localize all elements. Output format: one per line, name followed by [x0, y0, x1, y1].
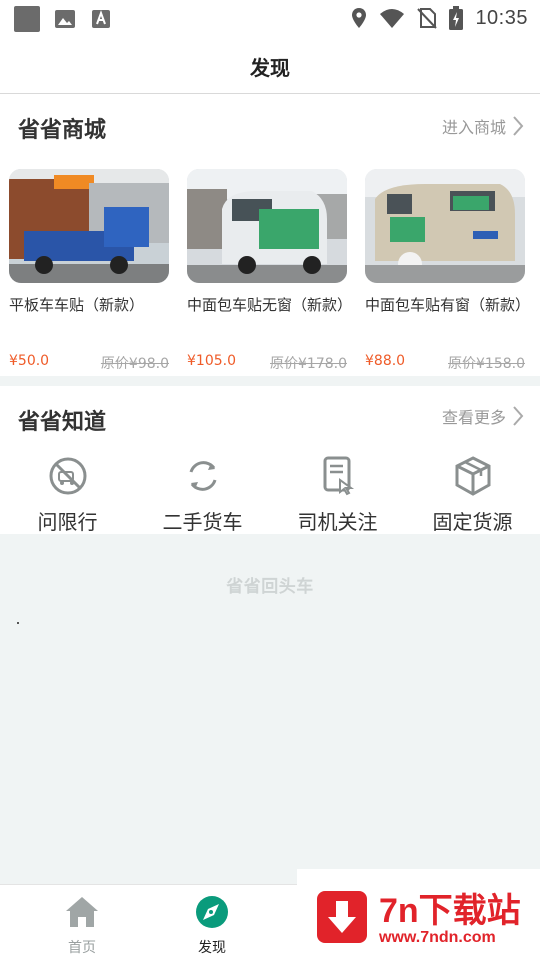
no-vehicle-icon	[49, 457, 86, 495]
know-item-fixed-cargo[interactable]: 固定货源	[405, 454, 540, 535]
app-notification-icon	[14, 6, 40, 32]
nav-label-discover: 发现	[198, 940, 226, 956]
know-item-used-trucks[interactable]: 二手货车	[135, 454, 270, 535]
product-name: 平板车车贴（新款）	[9, 296, 145, 314]
badge-url: www.7ndn.com	[379, 929, 496, 946]
badge-title: 7n下载站	[379, 892, 521, 930]
product-original-price: 原价¥178.0	[270, 356, 347, 372]
clock-time: 10:35	[475, 6, 528, 29]
product-image	[365, 169, 525, 283]
know-item-label: 问限行	[37, 510, 98, 534]
brand-watermark: 省省回头车	[226, 577, 314, 597]
product-price: ¥50.0	[9, 353, 50, 369]
product-image	[9, 169, 169, 283]
product-original-price: 原价¥98.0	[100, 356, 169, 372]
product-name: 中面包车贴无窗（新款）	[187, 296, 353, 314]
nav-label-home: 首页	[68, 940, 96, 956]
product-price: ¥88.0	[365, 353, 406, 369]
wifi-icon	[380, 9, 405, 28]
view-more-link[interactable]: 查看更多	[442, 404, 524, 428]
product-image	[187, 169, 347, 283]
knowledge-section-header: 省省知道 查看更多	[0, 388, 540, 448]
know-item-driver-focus[interactable]: 司机关注	[270, 454, 405, 535]
content-area: 省省回头车	[0, 534, 540, 884]
view-more-label: 查看更多	[441, 408, 506, 427]
product-price: ¥105.0	[187, 353, 236, 369]
product-name: 中面包车贴有窗（新款）	[365, 296, 531, 314]
product-list: 平板车车贴（新款） ¥50.0 原价¥98.0 中面包车贴无窗（新款） ¥105…	[0, 160, 540, 376]
no-sim-icon	[417, 8, 438, 29]
chevron-right-icon	[513, 116, 524, 136]
compass-icon	[196, 896, 228, 928]
shop-section-header: 省省商城 进入商城	[0, 96, 540, 156]
know-item-label: 司机关注	[297, 510, 378, 534]
knowledge-section-title: 省省知道	[18, 410, 107, 435]
shop-section-title: 省省商城	[18, 118, 107, 143]
home-icon	[66, 897, 98, 927]
site-watermark-badge: 7n下载站 www.7ndn.com	[297, 869, 540, 960]
image-icon	[55, 10, 75, 28]
chevron-right-icon	[513, 406, 524, 426]
loading-dot	[17, 622, 19, 624]
knowledge-grid: 问限行 二手货车 司机关注 固定货源	[0, 446, 540, 534]
download-logo-icon	[317, 891, 367, 943]
know-item-label: 固定货源	[432, 510, 513, 534]
page-title: 发现	[0, 38, 540, 94]
product-card[interactable]: 中面包车贴有窗（新款） ¥88.0 原价¥158.0	[365, 169, 531, 374]
product-card[interactable]: 平板车车贴（新款） ¥50.0 原价¥98.0	[9, 169, 169, 374]
location-icon	[352, 8, 367, 28]
nav-item-discover[interactable]: 发现	[172, 895, 252, 957]
box-icon	[455, 456, 490, 496]
product-card[interactable]: 中面包车贴无窗（新款） ¥105.0 原价¥178.0	[187, 169, 353, 374]
font-icon	[92, 10, 110, 28]
nav-item-home[interactable]: 首页	[42, 895, 122, 957]
document-tap-icon	[323, 456, 354, 496]
status-bar: 10:35	[0, 0, 540, 38]
battery-icon	[449, 6, 464, 30]
refresh-icon	[189, 461, 216, 491]
section-divider	[0, 376, 540, 386]
product-original-price: 原价¥158.0	[448, 356, 525, 372]
enter-shop-link[interactable]: 进入商城	[442, 114, 524, 138]
know-item-label: 二手货车	[162, 510, 243, 534]
enter-shop-label: 进入商城	[441, 118, 506, 137]
know-item-restriction[interactable]: 问限行	[0, 454, 135, 535]
